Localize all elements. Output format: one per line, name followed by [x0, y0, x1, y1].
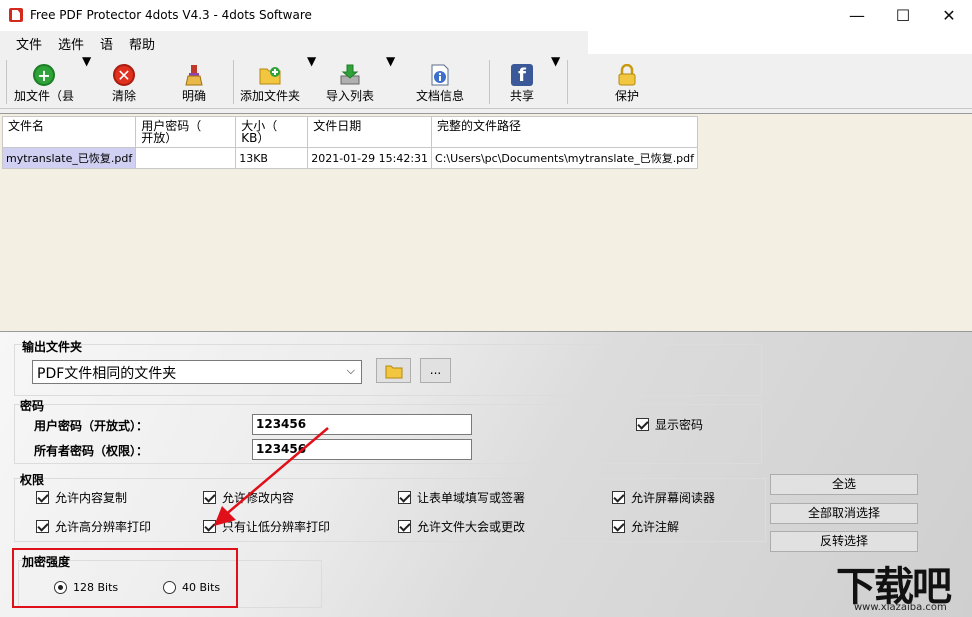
- clear-label: 清除: [111, 89, 136, 103]
- checkbox-checked-icon: [612, 520, 625, 533]
- clear-x-icon: ✕: [113, 64, 135, 86]
- broom-icon: [183, 64, 205, 86]
- menu-file[interactable]: 文件: [8, 31, 50, 54]
- invert-selection-button[interactable]: 反转选择: [770, 531, 918, 552]
- allow-high-res-print-checkbox[interactable]: 允许高分辨率打印: [36, 518, 151, 535]
- import-list-button[interactable]: 导入列表: [320, 54, 380, 109]
- red-arrow-annotation: [214, 427, 329, 526]
- close-button[interactable]: ✕: [926, 0, 972, 31]
- maximize-button[interactable]: ☐: [880, 0, 926, 31]
- column-header-user-password[interactable]: 用户密码（ 开放）: [135, 116, 237, 148]
- browse-button[interactable]: ...: [420, 358, 451, 383]
- add-folder-dropdown-arrow[interactable]: ▼: [307, 54, 316, 109]
- info-document-icon: [429, 64, 451, 86]
- padlock-icon: [616, 63, 638, 86]
- clarify-label: 明确: [181, 89, 206, 103]
- checkbox-checked-icon: [612, 491, 625, 504]
- share-label: 共享: [509, 89, 534, 103]
- column-header-file-date[interactable]: 文件日期: [307, 116, 433, 148]
- share-dropdown-arrow[interactable]: ▼: [551, 54, 560, 109]
- toolbar-separator: [489, 60, 490, 104]
- site-watermark: 下载吧 www.xiazaiba.com: [832, 554, 972, 617]
- permission-label: 允许内容复制: [55, 491, 128, 505]
- menu-options[interactable]: 选件: [50, 31, 92, 54]
- checkbox-checked-icon: [36, 491, 49, 504]
- cell-file-date[interactable]: 2021-01-29 15:42:31: [307, 147, 433, 169]
- minimize-button[interactable]: —: [834, 0, 880, 31]
- cell-size[interactable]: 13KB: [235, 147, 309, 169]
- show-password-label: 显示密码: [655, 418, 704, 432]
- highlight-box-annotation: [12, 548, 238, 608]
- checkbox-checked-icon: [36, 520, 49, 533]
- chevron-down-icon: ⌵: [346, 364, 355, 377]
- toolbar-separator: [233, 60, 234, 104]
- add-folder-label: 添加文件夹: [239, 89, 300, 103]
- cell-filename[interactable]: mytranslate_已恢复.pdf: [1, 147, 137, 169]
- menu-bar-blank: [588, 31, 972, 54]
- owner-password-label: 所有者密码（权限）：: [34, 444, 149, 458]
- facebook-icon: f: [511, 64, 533, 86]
- permissions-title: 权限: [20, 473, 45, 487]
- allow-screen-reader-checkbox[interactable]: 允许屏幕阅读器: [612, 489, 715, 506]
- window-title: Free PDF Protector 4dots V4.3 - 4dots So…: [30, 8, 312, 22]
- show-password-checkbox[interactable]: 显示密码: [636, 416, 703, 433]
- open-folder-button[interactable]: [376, 358, 411, 383]
- table-row[interactable]: mytranslate_已恢复.pdf 13KB 2021-01-29 15:4…: [1, 147, 699, 169]
- permission-label: 允许高分辨率打印: [55, 520, 152, 534]
- user-password-label: 用户密码（开放式）：: [34, 419, 149, 433]
- clarify-button[interactable]: 明确: [170, 54, 218, 109]
- column-header-size[interactable]: 大小（ KB）: [235, 116, 309, 148]
- toolbar: + 加文件（县 ▼ ✕ 清除 明确 添加文件夹 ▼ 导入列表 ▼ 文档信息 f: [0, 54, 972, 109]
- allow-annotations-checkbox[interactable]: 允许注解: [612, 518, 679, 535]
- permission-label: 允许屏幕阅读器: [631, 491, 716, 505]
- output-folder-title: 输出文件夹: [22, 340, 83, 354]
- add-plus-icon: +: [33, 64, 55, 86]
- deselect-all-button[interactable]: 全部取消选择: [770, 503, 918, 524]
- permission-label: 允许注解: [631, 520, 680, 534]
- clear-button[interactable]: ✕ 清除: [100, 54, 148, 109]
- checkbox-checked-icon: [636, 418, 649, 431]
- add-file-dropdown-arrow[interactable]: ▼: [82, 54, 91, 109]
- toolbar-separator: [6, 60, 7, 104]
- allow-content-copy-checkbox[interactable]: 允许内容复制: [36, 489, 127, 506]
- add-file-label: 加文件（县: [13, 89, 74, 103]
- folder-icon: [385, 365, 402, 379]
- menu-bar: 文件 选件 语 帮助: [0, 31, 588, 54]
- add-folder-button[interactable]: 添加文件夹: [236, 54, 304, 109]
- options-panel: 输出文件夹 PDF文件相同的文件夹 ⌵ ... 密码 用户密码（开放式）： 12…: [0, 332, 972, 617]
- menu-language[interactable]: 语: [92, 31, 121, 54]
- pdf-app-icon: [9, 8, 23, 22]
- password-title: 密码: [20, 399, 45, 413]
- output-folder-select[interactable]: PDF文件相同的文件夹 ⌵: [32, 360, 362, 384]
- watermark-url: www.xiazaiba.com: [854, 602, 947, 613]
- file-grid[interactable]: 文件名 用户密码（ 开放） 大小（ KB） 文件日期 完整的文件路径 mytra…: [0, 113, 972, 332]
- column-header-filename[interactable]: 文件名: [1, 116, 137, 148]
- permission-label: 允许文件大会或更改: [417, 520, 526, 534]
- cell-user-password[interactable]: [135, 147, 237, 169]
- share-button[interactable]: f 共享: [500, 54, 544, 109]
- output-folder-value: PDF文件相同的文件夹: [37, 366, 177, 382]
- import-list-label: 导入列表: [325, 89, 374, 103]
- select-all-button[interactable]: 全选: [770, 474, 918, 495]
- protect-label: 保护: [614, 89, 639, 103]
- file-table: 文件名 用户密码（ 开放） 大小（ KB） 文件日期 完整的文件路径 mytra…: [1, 116, 699, 169]
- add-file-button[interactable]: + 加文件（县: [8, 54, 80, 109]
- allow-assemble-checkbox[interactable]: 允许文件大会或更改: [398, 518, 525, 535]
- protect-button[interactable]: 保护: [604, 54, 650, 109]
- allow-form-fill-checkbox[interactable]: 让表单域填写或签署: [398, 489, 525, 506]
- permission-label: 让表单域填写或签署: [417, 491, 526, 505]
- column-header-full-path[interactable]: 完整的文件路径: [431, 116, 699, 148]
- menu-help[interactable]: 帮助: [121, 31, 163, 54]
- title-bar: Free PDF Protector 4dots V4.3 - 4dots So…: [0, 0, 972, 31]
- document-info-label: 文档信息: [415, 89, 464, 103]
- toolbar-separator: [567, 60, 568, 104]
- checkbox-checked-icon: [398, 520, 411, 533]
- checkbox-checked-icon: [398, 491, 411, 504]
- document-info-button[interactable]: 文档信息: [410, 54, 470, 109]
- folder-add-icon: [259, 64, 281, 86]
- import-list-dropdown-arrow[interactable]: ▼: [386, 54, 395, 109]
- cell-full-path[interactable]: C:\Users\pc\Documents\mytranslate_已恢复.pd…: [431, 147, 699, 169]
- import-arrow-icon: [339, 64, 361, 86]
